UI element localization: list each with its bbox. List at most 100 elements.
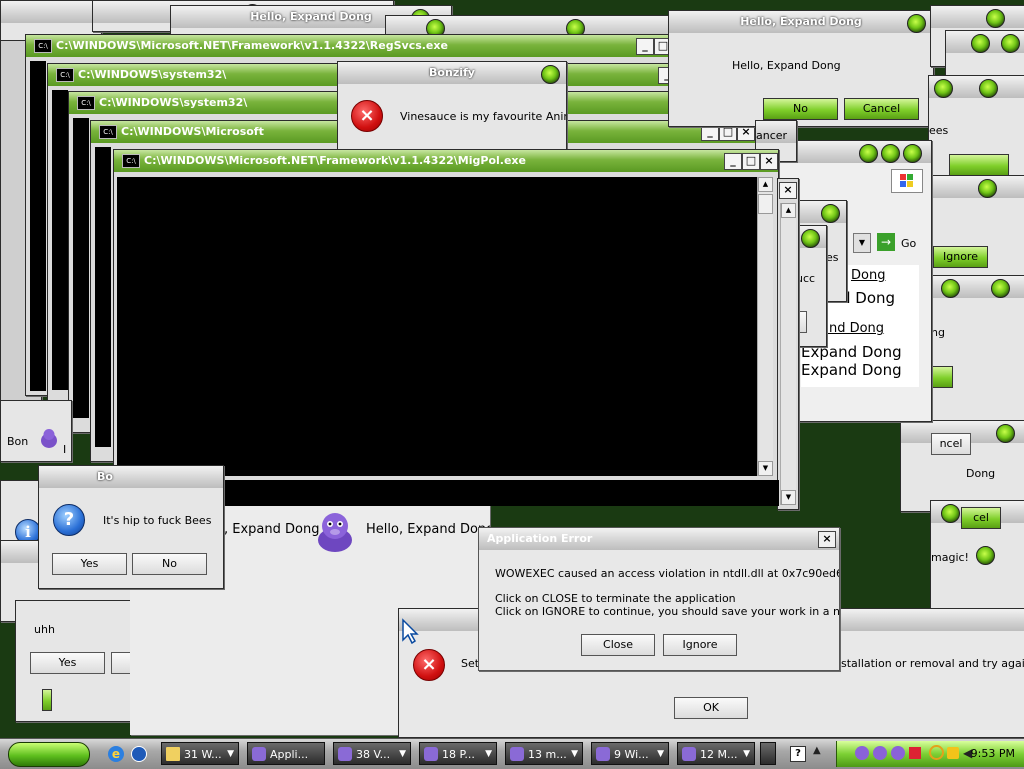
minimize-button[interactable]: _: [724, 153, 742, 170]
application-error-title: Application Error: [479, 528, 839, 550]
taskbar-item-label: 9 Wi...: [614, 748, 649, 761]
console-window-migpol[interactable]: C:\ C:\WINDOWS\Microsoft.NET\Framework\v1…: [113, 149, 779, 481]
application-error-dialog: Application Error × WOWEXEC caused an ac…: [478, 527, 840, 671]
ie-icon[interactable]: e: [108, 746, 124, 762]
ok-button[interactable]: OK: [674, 697, 748, 719]
orb-button-icon[interactable]: [881, 144, 900, 163]
close-button[interactable]: ×: [760, 153, 778, 170]
help-icon[interactable]: ?: [790, 746, 806, 762]
orb-button-icon[interactable]: [996, 424, 1015, 443]
fragment-text: ancer: [756, 129, 788, 142]
address-dropdown[interactable]: ▼: [853, 233, 871, 253]
bonzi-tray-icon[interactable]: [873, 746, 887, 760]
chevron-up-icon[interactable]: ▲: [813, 745, 821, 756]
yes-button[interactable]: Yes: [30, 652, 105, 674]
chevron-down-icon: ▼: [227, 749, 234, 759]
fragment-button[interactable]: ncel: [931, 433, 971, 455]
bonzi-tray-icon[interactable]: [891, 746, 905, 760]
console-window-title: C:\ C:\WINDOWS\Microsoft.NET\Framework\v1…: [26, 35, 691, 57]
no-button[interactable]: No: [763, 98, 838, 120]
taskbar-item-group-m[interactable]: 13 m... ▼: [505, 742, 583, 765]
orb-button-icon[interactable]: [821, 204, 840, 223]
cancel-button[interactable]: Cancel: [844, 98, 919, 120]
taskbar-overflow-item[interactable]: [760, 742, 776, 765]
close-button[interactable]: ×: [779, 182, 797, 199]
orb-button-icon[interactable]: [979, 79, 998, 98]
taskbar-item-group-mm[interactable]: 12 M... ▼: [677, 742, 755, 765]
console-window-back-scroll: × ▲ ▼: [777, 178, 799, 510]
fragment-text: es: [826, 251, 839, 264]
console-icon: C:\: [77, 96, 95, 110]
minimize-button[interactable]: _: [636, 38, 654, 55]
tray-app-icon[interactable]: [947, 747, 959, 759]
yes-button[interactable]: Yes: [52, 553, 127, 575]
clock: 9:53 PM: [970, 747, 1015, 760]
go-button[interactable]: Go: [901, 237, 916, 250]
banner-text-left: , Expand Dong: [224, 522, 320, 537]
taskbar-item-label: 18 P...: [442, 748, 475, 761]
orb-button-icon[interactable]: [991, 279, 1010, 298]
scroll-thumb[interactable]: [758, 194, 773, 214]
bonzi-icon: [682, 747, 696, 761]
fragment-button[interactable]: cel: [961, 507, 1001, 529]
orb-button-icon[interactable]: [941, 504, 960, 523]
fragment-button[interactable]: [931, 366, 953, 388]
bg-dialog-left-4: i: [0, 480, 42, 542]
taskbar-item-group-p[interactable]: 18 P... ▼: [419, 742, 497, 765]
scroll-down-button[interactable]: ▼: [781, 490, 796, 505]
content-link[interactable]: and Dong: [821, 321, 884, 336]
orb-button-icon[interactable]: [978, 179, 997, 198]
start-button[interactable]: [8, 742, 90, 767]
bonzify-dialog: Bonzify × Vinesauce is my favourite Anim…: [337, 61, 567, 153]
taskbar-item-group-wi[interactable]: 9 Wi... ▼: [591, 742, 669, 765]
fragment-button[interactable]: [799, 311, 807, 333]
taskbar-item-folder[interactable]: 31 W... ▼: [161, 742, 239, 765]
orb-button-icon[interactable]: [976, 546, 995, 565]
console-icon: C:\: [56, 68, 74, 82]
taskbar-item-group-v[interactable]: 38 V... ▼: [333, 742, 411, 765]
orb-close-icon[interactable]: [907, 14, 926, 33]
console-output: [30, 61, 46, 391]
no-button[interactable]: No: [132, 553, 207, 575]
orb-button-icon[interactable]: [903, 144, 922, 163]
taskbar-item-application[interactable]: Appli...: [247, 742, 325, 765]
orb-button-icon[interactable]: [934, 79, 953, 98]
orb-button-icon[interactable]: [971, 34, 990, 53]
console-scrollbar[interactable]: ▲ ▼: [780, 203, 796, 505]
fragment-text: magic!: [931, 551, 969, 564]
bonzi-icon: [424, 747, 438, 761]
console-output-back: [137, 480, 779, 506]
media-player-icon[interactable]: [131, 746, 147, 762]
banner-text-right: Hello, Expand Dong: [366, 522, 490, 537]
scroll-up-button[interactable]: ▲: [781, 203, 796, 218]
console-icon: C:\: [34, 39, 52, 53]
scroll-down-button[interactable]: ▼: [758, 461, 773, 476]
console-window-title: C:\ C:\WINDOWS\Microsoft.NET\Framework\v1…: [114, 150, 778, 172]
orb-button-icon[interactable]: [1001, 34, 1020, 53]
orb-button-icon[interactable]: [859, 144, 878, 163]
search-icon[interactable]: [929, 745, 944, 760]
fragment-button[interactable]: [949, 154, 1009, 176]
setup-message-left: Set: [461, 657, 480, 670]
ignore-button[interactable]: Ignore: [933, 246, 988, 268]
close-button[interactable]: ×: [818, 531, 836, 548]
content-link[interactable]: Dong: [851, 268, 885, 283]
error-icon: ×: [351, 100, 383, 132]
fragment-text: Bon: [7, 435, 29, 448]
fragment-button[interactable]: [42, 689, 52, 711]
orb-close-icon[interactable]: [541, 65, 560, 84]
bonzi-icon: [338, 747, 352, 761]
ignore-button[interactable]: Ignore: [663, 634, 737, 656]
console-scrollbar[interactable]: ▲ ▼: [757, 177, 773, 476]
orb-button-icon[interactable]: [941, 279, 960, 298]
taskbar-item-label: 31 W...: [184, 748, 222, 761]
orb-button-icon[interactable]: [986, 9, 1005, 28]
tray-app-icon[interactable]: [909, 747, 921, 759]
go-arrow-icon[interactable]: →: [877, 233, 895, 251]
close-app-button[interactable]: Close: [581, 634, 655, 656]
orb-button-icon[interactable]: [801, 229, 820, 248]
hello-dialog-message: Hello, Expand Dong: [732, 59, 841, 72]
scroll-up-button[interactable]: ▲: [758, 177, 773, 192]
bonzi-tray-icon[interactable]: [855, 746, 869, 760]
maximize-button[interactable]: □: [742, 153, 760, 170]
